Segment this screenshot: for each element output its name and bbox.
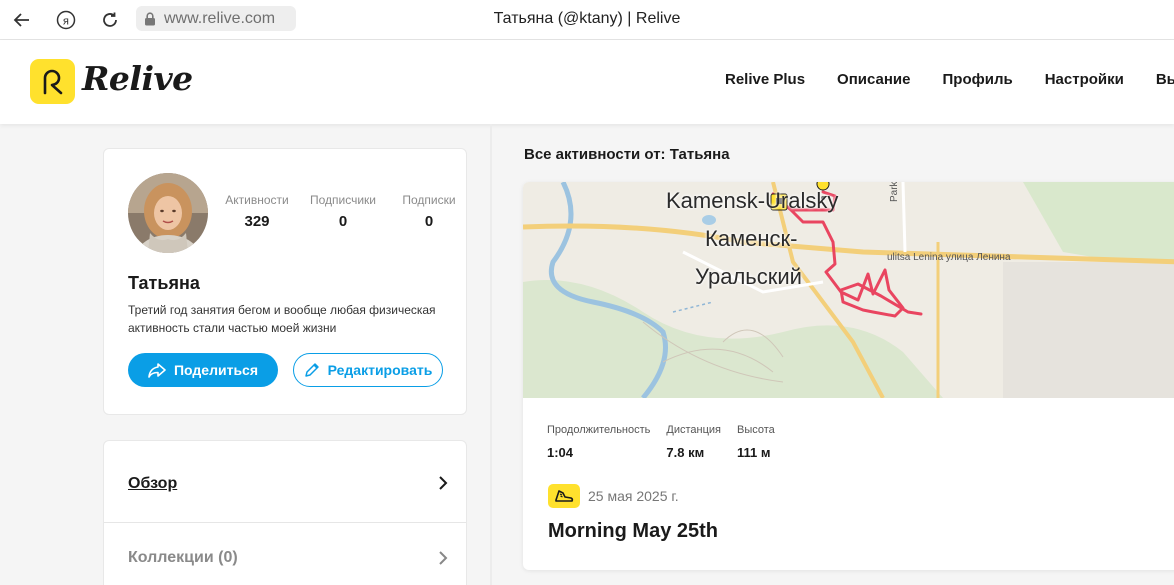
metric-label: Продолжительность <box>547 424 651 436</box>
metric-duration: Продолжительность 1:04 <box>547 424 650 460</box>
stat-value: 0 <box>424 213 434 230</box>
menu-item-collections[interactable]: Коллекции (0) <box>104 523 466 585</box>
avatar[interactable] <box>128 173 208 253</box>
column-divider <box>490 124 492 585</box>
nav-logout[interactable]: Вый <box>1156 71 1174 88</box>
stat-label: Подписчики <box>309 193 376 207</box>
pencil-icon <box>304 363 319 377</box>
share-label: Поделиться <box>173 362 259 378</box>
nav-relive-plus[interactable]: Relive Plus <box>725 71 805 88</box>
activity-card[interactable]: Kamensk-Uralsky Каменск- Уральский ulits… <box>523 182 1174 570</box>
profile-card: Активности 329 Подписчики 0 Подписки 0 Т… <box>103 148 467 415</box>
stat-label: Подписки <box>402 193 456 207</box>
activity-metrics: Продолжительность 1:04 Дистанция 7.8 км … <box>547 424 791 460</box>
profile-name: Татьяна <box>128 273 200 293</box>
metric-value: 1:04 <box>547 445 574 460</box>
profile-stats: Активности 329 Подписчики 0 Подписки 0 <box>214 193 472 230</box>
menu-item-label: Обзор <box>128 475 178 492</box>
menu-item-label: Коллекции (0) <box>128 549 238 566</box>
activity-date: 25 мая 2025 г. <box>588 488 679 504</box>
map-city-latin: Kamensk-Uralsky <box>666 188 839 213</box>
map-street-label-2: Parkov <box>889 182 900 202</box>
site-header: Relive Relive Plus Описание Профиль Наст… <box>0 40 1174 124</box>
stat-activities[interactable]: Активности 329 <box>214 193 300 230</box>
browser-toolbar: я www.relive.com Татьяна (@ktany) | Reli… <box>0 0 1174 40</box>
nav-profile[interactable]: Профиль <box>943 71 1013 88</box>
activities-heading: Все активности от: Татьяна <box>524 146 730 163</box>
metric-label: Дистанция <box>666 424 722 436</box>
edit-label: Редактировать <box>327 362 433 378</box>
metric-value: 111 м <box>737 445 771 460</box>
map-street-label: ulitsa Lenina улица Ленина <box>887 252 1011 263</box>
profile-menu: Обзор Коллекции (0) <box>103 440 467 585</box>
activity-map[interactable]: Kamensk-Uralsky Каменск- Уральский ulits… <box>523 182 1174 400</box>
relive-logo-icon <box>43 69 62 94</box>
activity-title[interactable]: Morning May 25th <box>548 520 718 543</box>
map-city-ru-1: Каменск- <box>705 226 798 251</box>
nav-description[interactable]: Описание <box>837 71 910 88</box>
menu-item-overview[interactable]: Обзор <box>104 441 466 523</box>
share-button[interactable]: Поделиться <box>128 353 278 387</box>
stat-value: 329 <box>244 213 270 230</box>
activity-type-badge <box>548 484 580 508</box>
metric-value: 7.8 км <box>666 445 705 460</box>
running-shoe-icon <box>555 490 574 502</box>
stat-followers[interactable]: Подписчики 0 <box>300 193 386 230</box>
stat-following[interactable]: Подписки 0 <box>386 193 472 230</box>
relive-logo-badge[interactable] <box>30 59 75 104</box>
nav-settings[interactable]: Настройки <box>1045 71 1124 88</box>
chevron-right-icon <box>439 476 448 490</box>
chevron-right-icon <box>439 551 448 565</box>
profile-bio: Третий год занятия бегом и вообще любая … <box>128 303 436 335</box>
share-icon <box>148 363 166 378</box>
stat-value: 0 <box>338 213 348 230</box>
edit-profile-button[interactable]: Редактировать <box>293 353 443 387</box>
metric-distance: Дистанция 7.8 км <box>666 424 721 460</box>
relive-logo-text[interactable]: Relive <box>82 59 193 98</box>
metric-elevation: Высота 111 м <box>737 424 775 460</box>
metric-label: Высота <box>737 424 775 436</box>
main-nav: Relive Plus Описание Профиль Настройки В… <box>725 71 1174 88</box>
map-city-ru-2: Уральский <box>695 264 802 289</box>
stat-label: Активности <box>225 193 289 207</box>
tab-title: Татьяна (@ktany) | Relive <box>493 10 681 27</box>
